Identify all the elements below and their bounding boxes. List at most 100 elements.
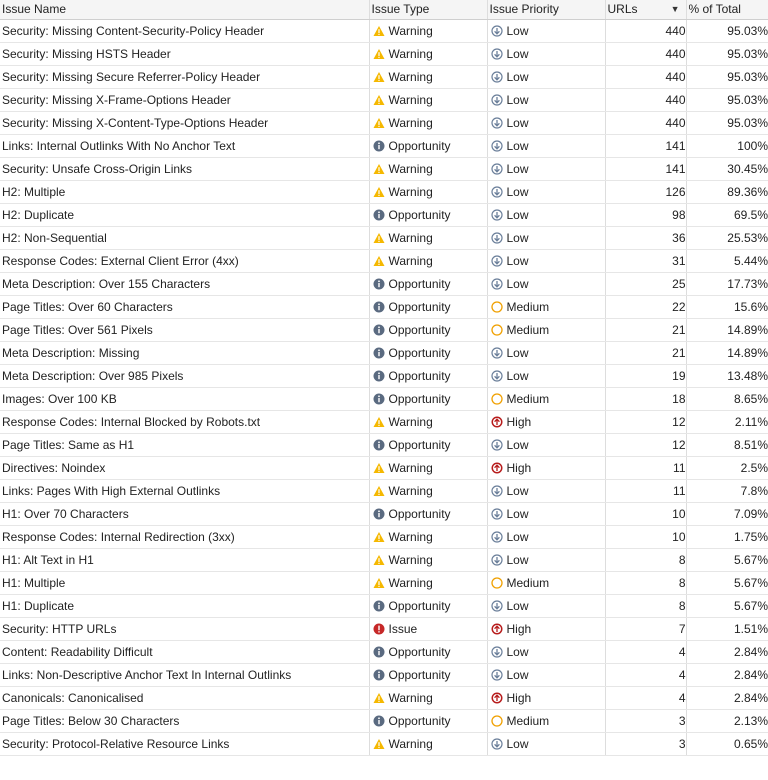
urls-count-cell[interactable]: 12 <box>605 410 687 434</box>
urls-count-cell[interactable]: 4 <box>605 686 687 710</box>
percent-of-total-cell[interactable]: 89.36% <box>686 180 768 204</box>
percent-of-total-cell[interactable]: 8.65% <box>686 387 768 411</box>
issue-priority-cell[interactable]: Low <box>487 272 606 296</box>
issue-type-cell[interactable]: Warning <box>369 157 488 181</box>
issue-name-cell[interactable]: Links: Pages With High External Outlinks <box>0 479 370 503</box>
urls-count-cell[interactable]: 22 <box>605 295 687 319</box>
issue-priority-cell[interactable]: Low <box>487 19 606 43</box>
urls-count-cell[interactable]: 11 <box>605 479 687 503</box>
issue-name-cell[interactable]: Meta Description: Over 985 Pixels <box>0 364 370 388</box>
urls-count-cell[interactable]: 126 <box>605 180 687 204</box>
issue-name-cell[interactable]: H2: Non-Sequential <box>0 226 370 250</box>
percent-of-total-cell[interactable]: 95.03% <box>686 42 768 66</box>
issue-type-cell[interactable]: Opportunity <box>369 709 488 733</box>
issue-type-cell[interactable]: Opportunity <box>369 295 488 319</box>
percent-of-total-cell[interactable]: 95.03% <box>686 19 768 43</box>
issue-name-cell[interactable]: Page Titles: Over 60 Characters <box>0 295 370 319</box>
issue-priority-cell[interactable]: Low <box>487 180 606 204</box>
table-row[interactable]: Response Codes: Internal Blocked by Robo… <box>0 410 768 434</box>
issue-priority-cell[interactable]: Low <box>487 548 606 572</box>
urls-count-cell[interactable]: 440 <box>605 65 687 89</box>
issue-name-cell[interactable]: Content: Readability Difficult <box>0 640 370 664</box>
issue-name-cell[interactable]: Security: Missing X-Frame-Options Header <box>0 88 370 112</box>
issue-priority-cell[interactable]: High <box>487 456 606 480</box>
issue-priority-cell[interactable]: Low <box>487 640 606 664</box>
column-header-percent-of-total[interactable]: % of Total <box>686 0 768 20</box>
percent-of-total-cell[interactable]: 2.5% <box>686 456 768 480</box>
urls-count-cell[interactable]: 4 <box>605 640 687 664</box>
table-row[interactable]: Directives: Noindex Warning High 11 2.5% <box>0 456 768 480</box>
issue-name-cell[interactable]: Images: Over 100 KB <box>0 387 370 411</box>
issue-priority-cell[interactable]: Medium <box>487 571 606 595</box>
issue-name-cell[interactable]: Response Codes: Internal Redirection (3x… <box>0 525 370 549</box>
urls-count-cell[interactable]: 7 <box>605 617 687 641</box>
issue-type-cell[interactable]: Warning <box>369 571 488 595</box>
table-row[interactable]: Security: Protocol-Relative Resource Lin… <box>0 732 768 756</box>
table-row[interactable]: Links: Internal Outlinks With No Anchor … <box>0 134 768 158</box>
issue-type-cell[interactable]: Warning <box>369 456 488 480</box>
urls-count-cell[interactable]: 440 <box>605 42 687 66</box>
issue-type-cell[interactable]: Warning <box>369 410 488 434</box>
urls-count-cell[interactable]: 18 <box>605 387 687 411</box>
issue-priority-cell[interactable]: Low <box>487 594 606 618</box>
issue-type-cell[interactable]: Warning <box>369 479 488 503</box>
issue-priority-cell[interactable]: Low <box>487 364 606 388</box>
percent-of-total-cell[interactable]: 1.75% <box>686 525 768 549</box>
issue-priority-cell[interactable]: Low <box>487 157 606 181</box>
issue-priority-cell[interactable]: Medium <box>487 318 606 342</box>
table-row[interactable]: Images: Over 100 KB Opportunity Medium 18 8.… <box>0 387 768 411</box>
urls-count-cell[interactable]: 3 <box>605 732 687 756</box>
percent-of-total-cell[interactable]: 5.67% <box>686 571 768 595</box>
percent-of-total-cell[interactable]: 2.11% <box>686 410 768 434</box>
urls-count-cell[interactable]: 31 <box>605 249 687 273</box>
issue-priority-cell[interactable]: Low <box>487 502 606 526</box>
urls-count-cell[interactable]: 8 <box>605 594 687 618</box>
issue-priority-cell[interactable]: Low <box>487 663 606 687</box>
issue-priority-cell[interactable]: Low <box>487 203 606 227</box>
issue-type-cell[interactable]: Opportunity <box>369 364 488 388</box>
percent-of-total-cell[interactable]: 2.13% <box>686 709 768 733</box>
table-row[interactable]: Meta Description: Missing Opportunity Low 2… <box>0 341 768 365</box>
issue-type-cell[interactable]: Warning <box>369 19 488 43</box>
percent-of-total-cell[interactable]: 13.48% <box>686 364 768 388</box>
issue-name-cell[interactable]: Page Titles: Over 561 Pixels <box>0 318 370 342</box>
issue-name-cell[interactable]: Links: Internal Outlinks With No Anchor … <box>0 134 370 158</box>
urls-count-cell[interactable]: 98 <box>605 203 687 227</box>
table-row[interactable]: Links: Non-Descriptive Anchor Text In In… <box>0 663 768 687</box>
urls-count-cell[interactable]: 440 <box>605 111 687 135</box>
table-row[interactable]: Security: Missing Content-Security-Polic… <box>0 19 768 43</box>
issue-type-cell[interactable]: Issue <box>369 617 488 641</box>
issue-priority-cell[interactable]: High <box>487 686 606 710</box>
table-row[interactable]: Security: Missing Secure Referrer-Policy… <box>0 65 768 89</box>
issue-priority-cell[interactable]: Low <box>487 479 606 503</box>
issue-name-cell[interactable]: Security: HTTP URLs <box>0 617 370 641</box>
percent-of-total-cell[interactable]: 5.67% <box>686 548 768 572</box>
percent-of-total-cell[interactable]: 0.65% <box>686 732 768 756</box>
issue-type-cell[interactable]: Warning <box>369 249 488 273</box>
issue-name-cell[interactable]: Response Codes: Internal Blocked by Robo… <box>0 410 370 434</box>
issue-name-cell[interactable]: Directives: Noindex <box>0 456 370 480</box>
issue-priority-cell[interactable]: High <box>487 617 606 641</box>
percent-of-total-cell[interactable]: 8.51% <box>686 433 768 457</box>
table-row[interactable]: H1: Alt Text in H1 Warning Low 8 5.67% <box>0 548 768 572</box>
issue-type-cell[interactable]: Warning <box>369 548 488 572</box>
table-row[interactable]: Content: Readability Difficult Opportunit… <box>0 640 768 664</box>
issue-priority-cell[interactable]: Low <box>487 249 606 273</box>
percent-of-total-cell[interactable]: 30.45% <box>686 157 768 181</box>
urls-count-cell[interactable]: 440 <box>605 88 687 112</box>
percent-of-total-cell[interactable]: 14.89% <box>686 318 768 342</box>
issue-priority-cell[interactable]: Low <box>487 226 606 250</box>
issue-name-cell[interactable]: H1: Over 70 Characters <box>0 502 370 526</box>
issue-name-cell[interactable]: Meta Description: Over 155 Characters <box>0 272 370 296</box>
percent-of-total-cell[interactable]: 2.84% <box>686 640 768 664</box>
issue-priority-cell[interactable]: Medium <box>487 709 606 733</box>
percent-of-total-cell[interactable]: 15.6% <box>686 295 768 319</box>
issue-name-cell[interactable]: Security: Missing HSTS Header <box>0 42 370 66</box>
urls-count-cell[interactable]: 21 <box>605 341 687 365</box>
issue-name-cell[interactable]: Security: Unsafe Cross-Origin Links <box>0 157 370 181</box>
issue-priority-cell[interactable]: Low <box>487 42 606 66</box>
column-header-issue-type[interactable]: Issue Type <box>369 0 488 20</box>
issue-type-cell[interactable]: Opportunity <box>369 594 488 618</box>
percent-of-total-cell[interactable]: 95.03% <box>686 65 768 89</box>
percent-of-total-cell[interactable]: 69.5% <box>686 203 768 227</box>
